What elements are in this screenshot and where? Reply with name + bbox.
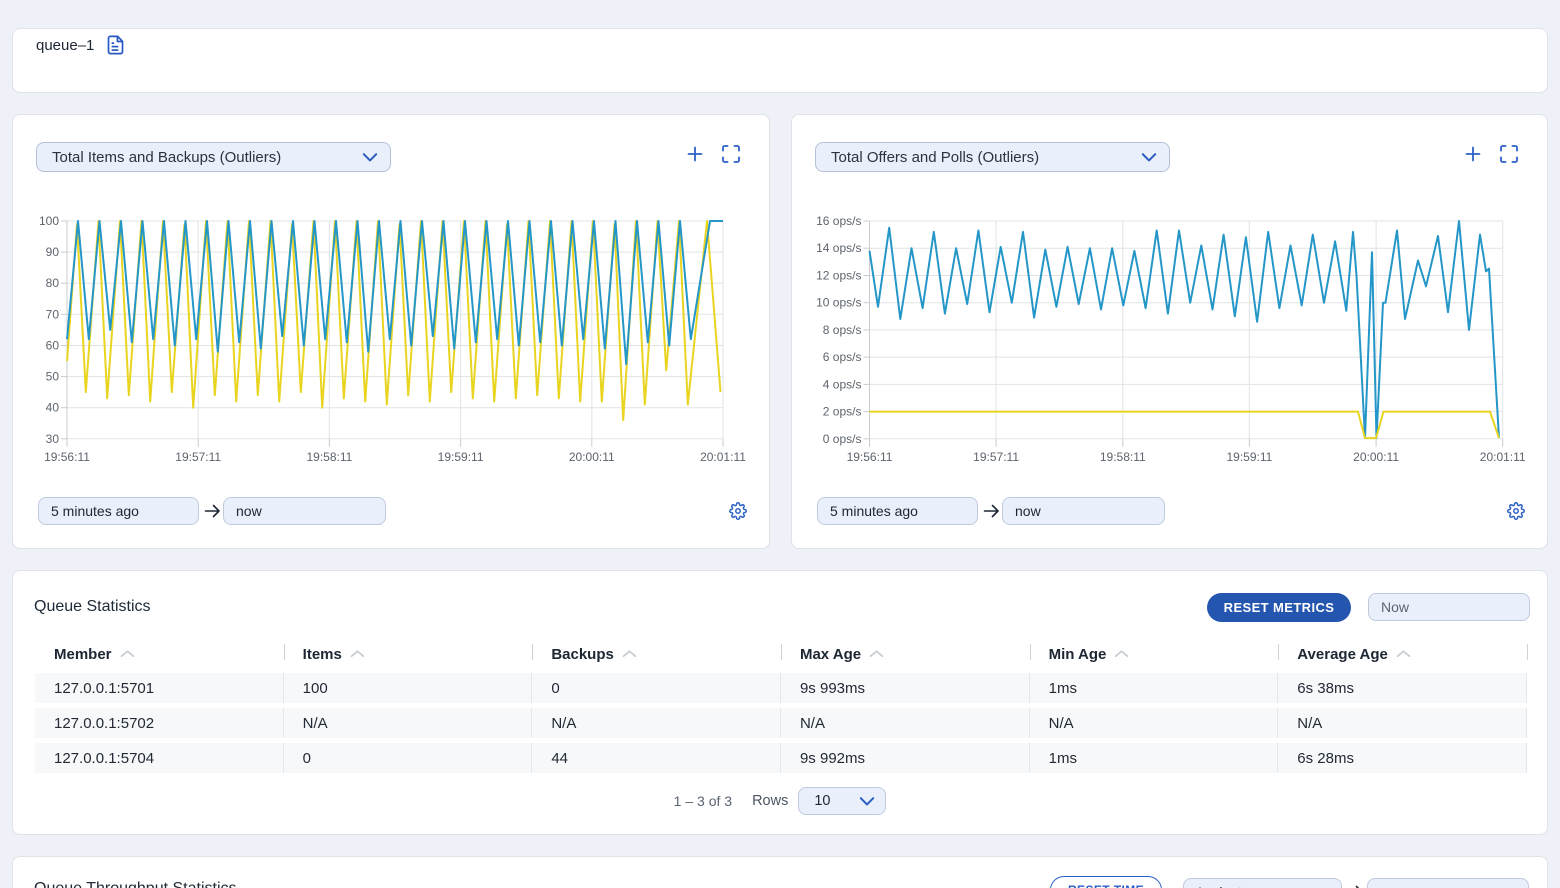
svg-text:60: 60 <box>46 339 60 353</box>
svg-text:19:58:11: 19:58:11 <box>306 450 352 464</box>
svg-text:19:57:11: 19:57:11 <box>175 450 221 464</box>
svg-text:20:01:11: 20:01:11 <box>700 450 746 464</box>
svg-text:19:56:11: 19:56:11 <box>847 450 893 464</box>
svg-text:10 ops/s: 10 ops/s <box>816 296 861 310</box>
svg-text:20:00:11: 20:00:11 <box>1353 450 1399 464</box>
svg-text:19:57:11: 19:57:11 <box>973 450 1019 464</box>
svg-text:0 ops/s: 0 ops/s <box>823 432 862 446</box>
svg-text:14 ops/s: 14 ops/s <box>816 241 861 255</box>
svg-text:90: 90 <box>46 245 60 259</box>
svg-text:19:59:11: 19:59:11 <box>438 450 484 464</box>
svg-text:19:56:11: 19:56:11 <box>44 450 90 464</box>
svg-text:30: 30 <box>46 432 60 446</box>
svg-text:4 ops/s: 4 ops/s <box>823 377 862 391</box>
svg-text:2 ops/s: 2 ops/s <box>823 405 862 419</box>
svg-text:8 ops/s: 8 ops/s <box>823 323 862 337</box>
svg-text:19:58:11: 19:58:11 <box>1100 450 1146 464</box>
svg-text:70: 70 <box>46 307 60 321</box>
svg-text:80: 80 <box>46 276 60 290</box>
svg-text:20:00:11: 20:00:11 <box>569 450 615 464</box>
svg-text:19:59:11: 19:59:11 <box>1226 450 1272 464</box>
svg-text:6 ops/s: 6 ops/s <box>823 350 862 364</box>
svg-text:50: 50 <box>46 370 60 384</box>
svg-text:100: 100 <box>39 214 59 228</box>
svg-text:40: 40 <box>46 401 60 415</box>
svg-text:16 ops/s: 16 ops/s <box>816 214 861 228</box>
svg-text:20:01:11: 20:01:11 <box>1480 450 1526 464</box>
svg-text:12 ops/s: 12 ops/s <box>816 269 861 283</box>
